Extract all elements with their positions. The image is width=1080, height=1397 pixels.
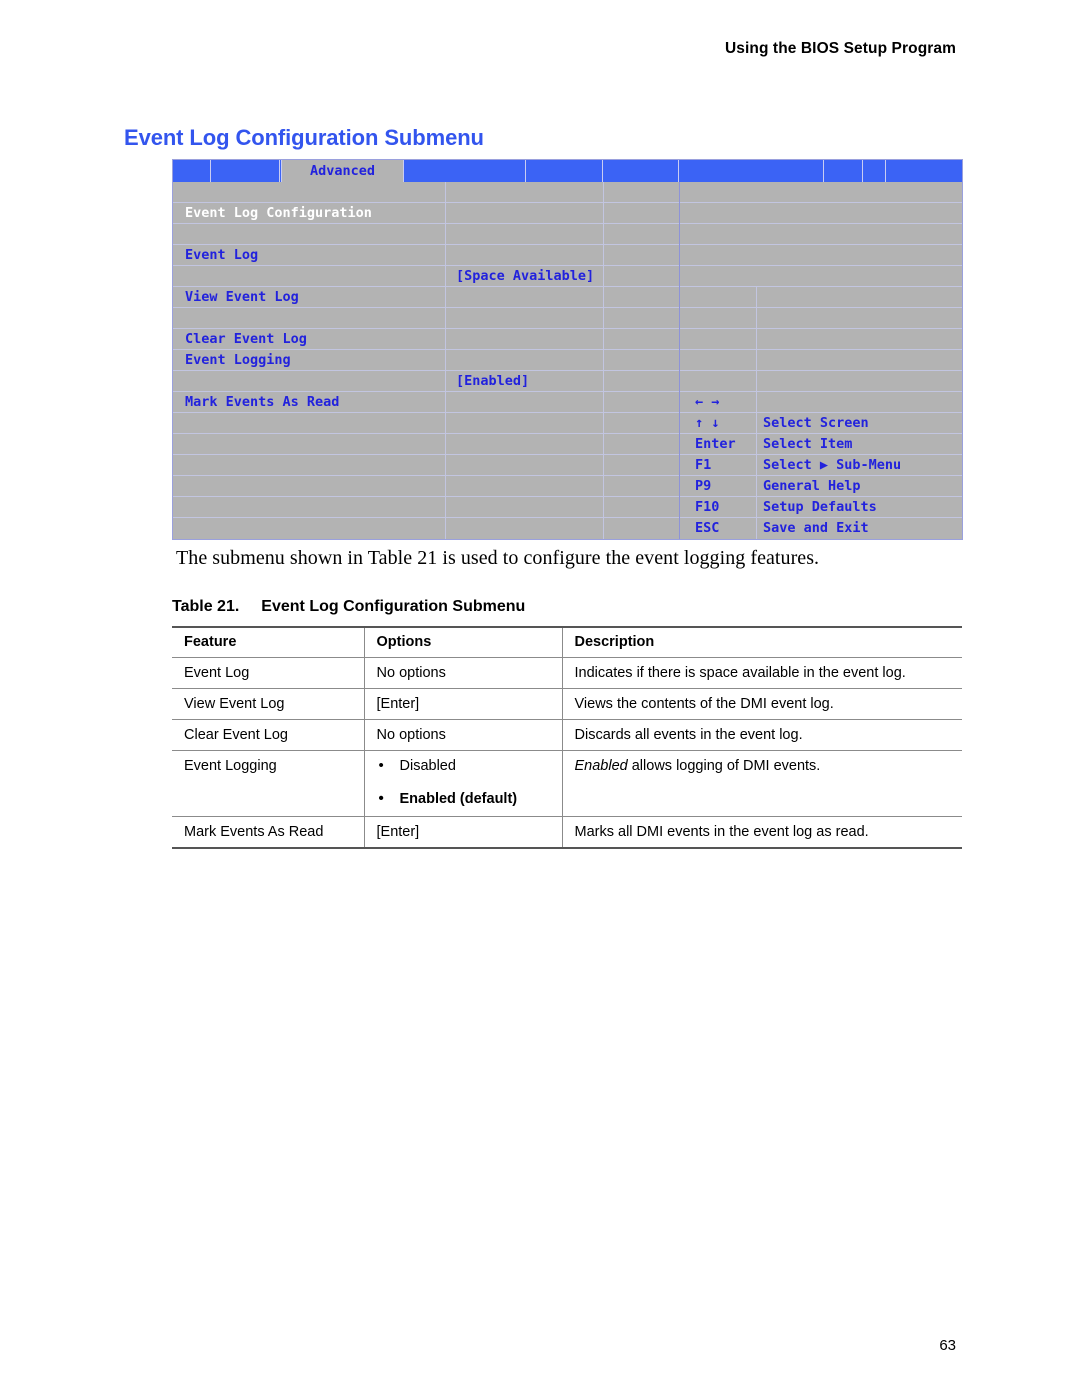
bios-screen-title: Event Log Configuration <box>185 205 372 221</box>
bios-screen-body: Event Log Configuration Event Log [Space… <box>173 182 962 539</box>
bios-tab-segment[interactable] <box>173 160 211 182</box>
column-header-feature: Feature <box>172 626 365 658</box>
option-item: Disabled <box>377 757 552 774</box>
bios-help-row: P9 Setup Defaults <box>173 455 962 515</box>
bios-item-label: Event Log <box>185 247 259 263</box>
cell-description: Enabled allows logging of DMI events. <box>561 750 962 817</box>
table-caption-text: Event Log Configuration Submenu <box>261 598 526 615</box>
options-bullet-list: Disabled Enabled (default) <box>377 757 552 807</box>
bios-setup-screenshot: Advanced Event Log Configuration Event L… <box>172 159 963 540</box>
bios-tab-segment[interactable] <box>406 160 526 182</box>
bios-help-row: Enter Select ▶ Sub-Menu <box>173 413 962 473</box>
bios-help-row: ↑ ↓ Select Item <box>173 392 962 452</box>
bios-item-event-logging[interactable]: Event Logging [Enabled] <box>173 329 962 389</box>
option-item-default: Enabled (default) <box>377 790 552 807</box>
bios-item-view-event-log[interactable]: View Event Log <box>173 266 962 305</box>
cell-feature: Event Logging <box>172 750 365 817</box>
bios-item-label: Event Logging <box>185 352 291 368</box>
table-row: Event Log No options Indicates if there … <box>172 657 962 689</box>
cell-feature: Clear Event Log <box>172 719 365 751</box>
table-row: Clear Event Log No options Discards all … <box>172 719 962 751</box>
bios-item-label: View Event Log <box>185 289 299 305</box>
table-row: Event Logging Disabled Enabled (default)… <box>172 750 962 817</box>
cell-feature: Event Log <box>172 657 365 689</box>
column-header-description: Description <box>561 626 962 658</box>
page-number: 63 <box>939 1337 956 1354</box>
bios-help-key: ESC <box>695 520 720 536</box>
cell-feature: View Event Log <box>172 688 365 720</box>
body-paragraph: The submenu shown in Table 21 is used to… <box>176 547 820 569</box>
running-header: Using the BIOS Setup Program <box>724 40 956 57</box>
bios-help-row: ← → Select Screen <box>173 371 962 431</box>
cell-options: [Enter] <box>363 816 563 849</box>
bios-tab-segment[interactable] <box>604 160 679 182</box>
table-row: View Event Log [Enter] Views the content… <box>172 688 962 720</box>
bios-tab-bar: Advanced <box>173 160 962 182</box>
bios-tab-segment[interactable] <box>212 160 280 182</box>
cell-description: Marks all DMI events in the event log as… <box>561 816 962 849</box>
event-log-configuration-table: Feature Options Description Event Log No… <box>172 626 962 849</box>
bios-help-row: ESC Exit <box>173 497 962 536</box>
bios-tab-advanced[interactable]: Advanced <box>281 160 404 182</box>
description-rest: allows logging of DMI events. <box>627 758 821 774</box>
page-title: Event Log Configuration Submenu <box>124 125 484 150</box>
bios-screen-title-row: Event Log Configuration <box>173 182 962 221</box>
bios-help-desc: Save and Exit <box>763 520 869 536</box>
cell-description: Discards all events in the event log. <box>561 719 962 751</box>
column-header-options: Options <box>363 626 563 658</box>
bios-help-desc: Exit <box>763 539 796 540</box>
bios-item-event-log[interactable]: Event Log [Space Available] <box>173 224 962 284</box>
bios-tab-segment[interactable] <box>887 160 962 182</box>
cell-options: No options <box>363 719 563 751</box>
table-caption-number: Table 21. <box>172 598 240 615</box>
cell-options: [Enter] <box>363 688 563 720</box>
cell-options: No options <box>363 657 563 689</box>
bios-tab-segment[interactable] <box>825 160 863 182</box>
cell-description: Views the contents of the DMI event log. <box>561 688 962 720</box>
bios-tab-segment[interactable] <box>680 160 824 182</box>
cell-feature: Mark Events As Read <box>172 816 365 849</box>
bios-item-clear-event-log[interactable]: Clear Event Log <box>173 308 962 347</box>
bios-tab-segment[interactable] <box>527 160 603 182</box>
cell-options-list: Disabled Enabled (default) <box>363 750 563 817</box>
table-row: Mark Events As Read [Enter] Marks all DM… <box>172 816 962 849</box>
bios-help-row: F10 Save and Exit <box>173 476 962 536</box>
bios-help-row: F1 General Help <box>173 434 962 494</box>
table-header-row: Feature Options Description <box>172 626 962 658</box>
cell-description: Indicates if there is space available in… <box>561 657 962 689</box>
bios-tab-segment[interactable] <box>864 160 886 182</box>
table-caption: Table 21. Event Log Configuration Submenu <box>172 598 525 616</box>
description-emphasis: Enabled <box>574 758 628 774</box>
